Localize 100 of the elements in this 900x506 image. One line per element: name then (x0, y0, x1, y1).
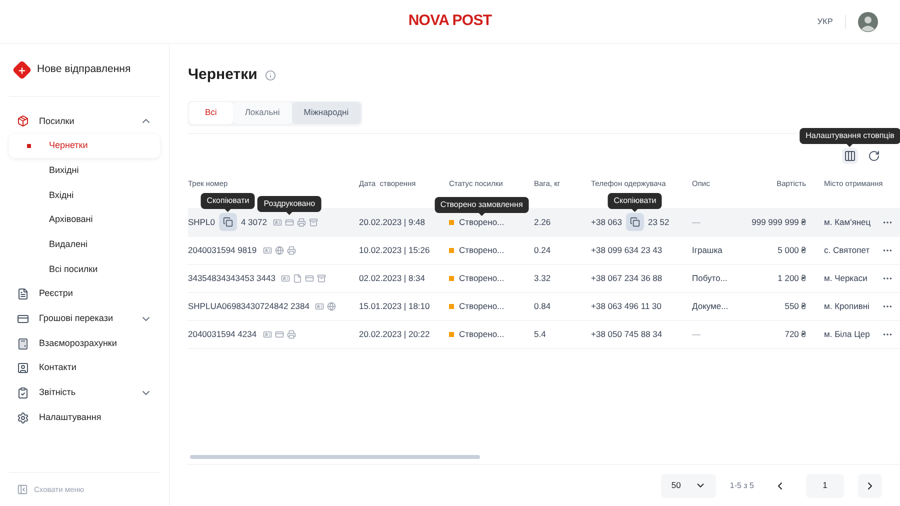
track-number: SHPL0 (188, 216, 215, 228)
nav-subitem[interactable]: Чернетки (9, 134, 160, 158)
nav-subitem[interactable]: Видалені (9, 232, 160, 258)
table-cell: 5 000 ₴ (778, 244, 806, 257)
track-number: 2040031594 9819 (188, 244, 257, 257)
tab[interactable]: Локальні (232, 102, 292, 124)
language-label[interactable]: УКР (817, 16, 833, 28)
track-number: 2040031594 4234 (188, 328, 257, 342)
globe-icon[interactable] (274, 246, 284, 255)
id-card-icon[interactable] (315, 302, 324, 312)
table-cell-text: 5.4 (534, 328, 547, 342)
table-cell-text: 0.24 (534, 244, 552, 257)
table-cell-text: 20.02.2023 | 20:22 (359, 328, 431, 342)
calculator-icon (17, 338, 29, 350)
next-page-button[interactable] (858, 474, 882, 498)
table-cell: м. Черкаси (824, 273, 868, 284)
copy-button[interactable] (626, 213, 644, 232)
copy-icon (630, 217, 640, 228)
page-title: Чернетки (188, 65, 258, 85)
table-cell-text: 2.26 (534, 216, 552, 228)
nav-subitem[interactable]: Архівовані (9, 208, 160, 232)
active-marker (27, 144, 31, 148)
table-cell: Іграшка (692, 244, 722, 255)
table-cell: Побуто... (692, 273, 728, 284)
table-cell: 720 ₴ (784, 328, 806, 342)
nav-item[interactable]: Реєстри (9, 282, 160, 306)
id-card-icon[interactable] (281, 274, 290, 283)
table-cell: 550 ₴ (784, 300, 806, 314)
status-text: Створено... (459, 272, 504, 285)
tooltip: Скопіювати (200, 193, 256, 210)
logo[interactable]: NOVA POST (408, 10, 492, 33)
card-icon[interactable] (274, 330, 284, 340)
copy-icon (222, 217, 233, 228)
tab[interactable]: Міжнародні (292, 102, 361, 124)
nav-item[interactable]: Грошові перекази (9, 306, 160, 332)
nav-subitem[interactable]: Вихідні (9, 158, 160, 184)
nav-item[interactable]: Посилки (9, 109, 160, 134)
printer-icon[interactable] (286, 330, 296, 340)
tab[interactable]: Всі (189, 102, 233, 124)
id-card-icon[interactable] (272, 218, 282, 227)
table-cell: 1 200 ₴ (778, 272, 806, 285)
nav-item[interactable]: Звітність (9, 380, 160, 406)
track-number: 4 3072 (240, 216, 267, 228)
table-cell-text: 02.02.2023 | 8:34 (359, 272, 426, 285)
page-number-field[interactable]: 1 (806, 474, 844, 498)
table-cell: 999 999 999 ₴ (752, 216, 806, 228)
track-number: SHPLUA06983430724842 2384 (188, 300, 310, 314)
tooltip: Створено замовлення (434, 197, 529, 214)
printer-icon[interactable] (286, 246, 296, 255)
archive-icon[interactable] (317, 274, 326, 283)
page-size-select[interactable]: 50 (661, 474, 716, 498)
table-cell: — (692, 216, 700, 227)
document-icon (17, 288, 29, 300)
id-card-icon[interactable] (262, 246, 272, 255)
table-cell: м. Біла Цер (824, 329, 870, 340)
phone-number: +38 063 496 11 30 (591, 301, 662, 312)
phone-number: 23 52 (648, 216, 670, 228)
settings-icon (17, 412, 29, 424)
table-cell: м. Кропивні (824, 301, 870, 312)
checklist-icon (17, 386, 29, 399)
table-cell-text: 10.02.2023 | 15:26 (359, 244, 431, 257)
table-cell: — (692, 329, 700, 340)
status-text: Створено... (459, 300, 504, 314)
card-icon[interactable] (284, 218, 294, 227)
card-icon (17, 312, 29, 325)
nav-subitem[interactable]: Всі посилки (9, 257, 160, 282)
phone-number: +38 063 (591, 216, 622, 228)
table-cell-text: 15.01.2023 | 18:10 (359, 300, 431, 314)
printer-icon[interactable] (296, 218, 306, 227)
new-shipment-button[interactable]: Нове відправлення (9, 60, 160, 80)
nav-item[interactable]: Контакти (9, 356, 160, 381)
horizontal-scrollbar[interactable] (190, 455, 480, 459)
table-cell-text: 20.02.2023 | 9:48 (359, 216, 426, 228)
track-number: 34354834343453 3443 (188, 272, 276, 285)
phone-number: +38 050 745 88 34 (591, 329, 662, 340)
columns-icon (844, 150, 856, 162)
nav-item[interactable]: Налаштування (9, 405, 160, 430)
nav-item[interactable]: Взаєморозрахунки (9, 331, 160, 356)
avatar[interactable] (858, 12, 878, 32)
table-cell-text: 3.32 (534, 272, 552, 285)
id-card-icon[interactable] (262, 330, 272, 340)
table-cell: Докуме... (692, 301, 728, 312)
status-text: Створено... (459, 328, 504, 342)
tooltip: Роздруковано (258, 196, 322, 212)
globe-icon[interactable] (327, 302, 336, 312)
status-text: Створено... (459, 216, 504, 228)
table-cell: с. Святопет (824, 244, 870, 255)
info-icon[interactable] (265, 70, 276, 81)
nav-subitem[interactable]: Вхідні (9, 183, 160, 208)
archive-icon[interactable] (308, 218, 318, 227)
card-icon[interactable] (305, 274, 314, 283)
tooltip: Налаштування стовпців (800, 128, 900, 144)
status-text: Створено... (459, 244, 504, 257)
refresh-icon[interactable] (868, 150, 880, 162)
page-range: 1-5 з 5 (730, 480, 754, 492)
copy-button[interactable] (218, 213, 237, 232)
phone-number: +38 099 634 23 43 (591, 244, 662, 255)
phone-number: +38 067 234 36 88 (591, 273, 662, 284)
plus-icon (18, 66, 26, 74)
file-icon[interactable] (293, 274, 302, 283)
